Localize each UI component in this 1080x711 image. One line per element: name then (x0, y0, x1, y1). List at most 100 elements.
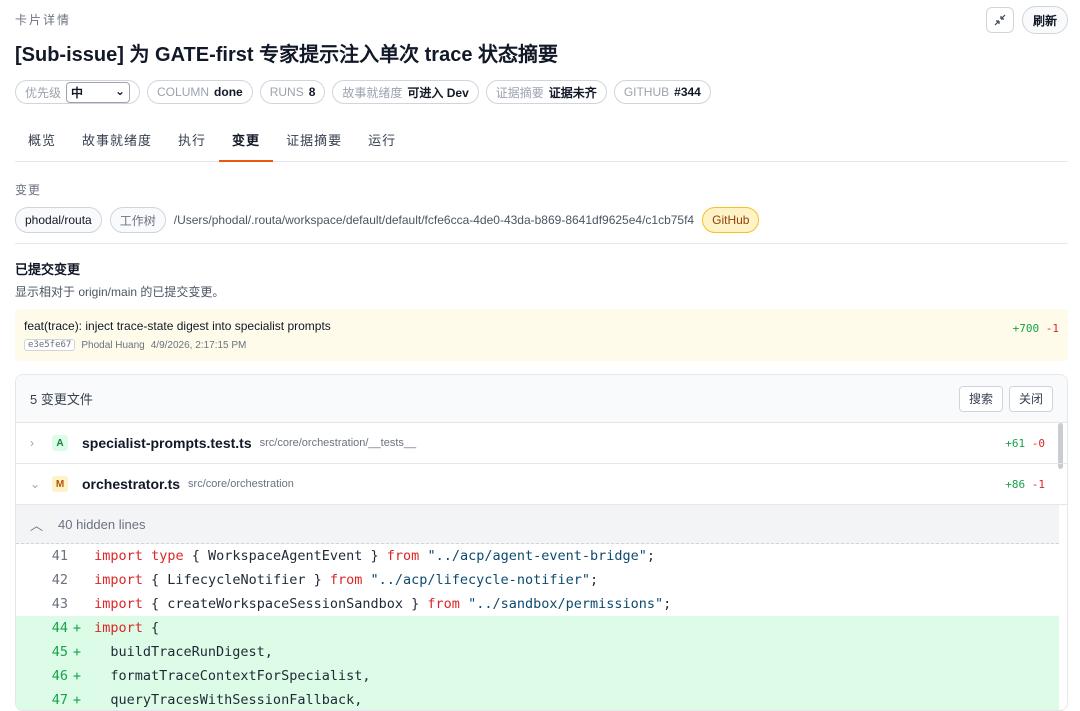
commit-stats: +700 -1 (1013, 322, 1059, 335)
story-readiness-chip: 故事就绪度 可进入 Dev (332, 80, 479, 104)
chevron-up-icon[interactable]: ︿ (30, 515, 58, 534)
search-button[interactable]: 搜索 (958, 385, 1003, 412)
tab-evidence[interactable]: 证据摘要 (273, 125, 355, 161)
file-deletions: -0 (1031, 436, 1045, 450)
diff-marker: + (72, 620, 82, 636)
diff-marker: + (72, 644, 82, 660)
tab-overview[interactable]: 概览 (15, 125, 69, 161)
file-name: orchestrator.ts (82, 476, 181, 492)
card-detail-kicker: 卡片详情 (15, 13, 72, 27)
github-value: #344 (674, 85, 701, 99)
collapse-arrows-icon[interactable] (985, 7, 1014, 33)
file-status-badge: A (52, 435, 68, 451)
diff-line: 45 + buildTraceRunDigest, (16, 640, 1059, 664)
tab-changes[interactable]: 变更 (219, 125, 274, 162)
files-scroll-area: › A specialist-prompts.test.ts src/core/… (16, 423, 1067, 710)
code-text: import { (94, 620, 160, 636)
file-row[interactable]: › A specialist-prompts.test.ts src/core/… (16, 423, 1067, 464)
file-dir: src/core/orchestration/__tests__ (259, 437, 417, 449)
github-chip[interactable]: GITHUB #344 (613, 80, 711, 104)
changes-section-label: 变更 (15, 183, 42, 197)
chevron-right-icon[interactable]: › (30, 436, 46, 450)
story-value: 可进入 Dev (407, 85, 469, 100)
tab-bar: 概览 故事就绪度 执行 变更 证据摘要 运行 (15, 125, 1068, 162)
refresh-button[interactable]: 刷新 (1021, 6, 1068, 34)
diff-code: 41 import type { WorkspaceAgentEvent } f… (16, 544, 1059, 710)
committed-changes-description: 显示相对于 origin/main 的已提交变更。 (15, 285, 225, 299)
code-text: import { LifecycleNotifier } from "../ac… (94, 572, 599, 588)
column-chip: COLUMN done (147, 80, 253, 104)
diff-line: 41 import type { WorkspaceAgentEvent } f… (16, 544, 1059, 568)
line-number: 47 (51, 692, 68, 708)
meta-chips: 优先级 中 ⌄ COLUMN done RUNS 8 故事就绪度 可进入 Dev 证据摘… (15, 80, 711, 104)
priority-label: 优先级 (25, 85, 62, 100)
commit-author: Phodal Huang (81, 339, 145, 351)
commit-deletions: -1 (1045, 322, 1059, 335)
runs-chip: RUNS 8 (259, 80, 326, 104)
diff-marker (68, 544, 86, 568)
tab-runs[interactable]: 运行 (355, 125, 409, 161)
line-number: 45 (51, 644, 68, 660)
worktree-path: /Users/phodal/.routa/workspace/default/d… (173, 213, 695, 227)
top-actions: 刷新 (985, 6, 1068, 34)
diff-marker: + (72, 668, 82, 684)
line-number: 42 (51, 572, 68, 588)
diff-line: 47 + queryTracesWithSessionFallback, (16, 688, 1059, 710)
diff-line: 43 import { createWorkspaceSessionSandbo… (16, 592, 1059, 616)
evidence-chip: 证据摘要 证据未齐 (485, 80, 607, 104)
divider (15, 243, 1068, 244)
column-value: done (214, 85, 243, 99)
column-label: COLUMN (157, 85, 210, 99)
file-stats: +61 -0 (1005, 437, 1045, 450)
priority-value: 中 (71, 85, 84, 100)
code-text: buildTraceRunDigest, (86, 644, 273, 660)
priority-chip[interactable]: 优先级 中 ⌄ (15, 80, 141, 104)
commit-hash[interactable]: e3e5fe67 (24, 339, 76, 351)
commit-additions: +700 (1012, 322, 1040, 335)
diff-marker: + (72, 692, 82, 708)
github-label: GITHUB (623, 85, 670, 99)
runs-value: 8 (308, 85, 316, 99)
commit-card[interactable]: feat(trace): inject trace-state digest i… (15, 309, 1068, 361)
diff-line: 44 + import { (16, 616, 1059, 640)
worktree-pill[interactable]: 工作树 (109, 207, 166, 233)
github-link[interactable]: GitHub (702, 207, 760, 233)
evidence-value: 证据未齐 (548, 85, 597, 100)
file-deletions: -1 (1031, 477, 1045, 491)
evidence-label: 证据摘要 (495, 85, 544, 100)
commit-message: feat(trace): inject trace-state digest i… (24, 319, 331, 333)
files-count: 5 变更文件 (30, 392, 93, 407)
file-additions: +61 (1005, 436, 1026, 450)
diff-marker (68, 568, 86, 592)
code-text: import { createWorkspaceSessionSandbox }… (94, 596, 672, 612)
line-number: 44 (51, 620, 68, 636)
line-number: 46 (51, 668, 68, 684)
repo-pill[interactable]: phodal/routa (15, 207, 102, 233)
code-text: formatTraceContextForSpecialist, (86, 668, 371, 684)
close-button[interactable]: 关闭 (1008, 385, 1053, 412)
page-title: [Sub-issue] 为 GATE-first 专家提示注入单次 trace … (15, 44, 559, 66)
file-row[interactable]: ⌄ M orchestrator.ts src/core/orchestrati… (16, 464, 1067, 505)
priority-select[interactable]: 中 ⌄ (66, 81, 131, 103)
file-stats: +86 -1 (1005, 478, 1045, 491)
files-header-actions: 搜索 关闭 (958, 385, 1053, 412)
tab-execution[interactable]: 执行 (165, 125, 219, 161)
files-header: 5 变更文件 搜索 关闭 (16, 375, 1067, 423)
chevron-down-icon[interactable]: ⌄ (30, 477, 46, 491)
tab-story-readiness[interactable]: 故事就绪度 (69, 125, 165, 161)
committed-changes-title: 已提交变更 (15, 262, 81, 277)
hidden-lines-row[interactable]: ︿ 40 hidden lines (16, 505, 1059, 544)
code-text: import type { WorkspaceAgentEvent } from… (94, 548, 656, 564)
hidden-lines-label: 40 hidden lines (58, 516, 146, 532)
file-additions: +86 (1005, 477, 1026, 491)
commit-date: 4/9/2026, 2:17:15 PM (150, 339, 247, 351)
changed-files-panel: 5 变更文件 搜索 关闭 › A specialist-prompts.test… (15, 374, 1068, 711)
story-label: 故事就绪度 (342, 85, 403, 100)
line-number: 41 (51, 548, 68, 564)
line-number: 43 (51, 596, 68, 612)
chevron-down-icon: ⌄ (114, 83, 126, 98)
diff-marker (68, 592, 86, 616)
runs-label: RUNS (269, 85, 304, 99)
diff-line: 46 + formatTraceContextForSpecialist, (16, 664, 1059, 688)
code-text: queryTracesWithSessionFallback, (86, 692, 363, 708)
